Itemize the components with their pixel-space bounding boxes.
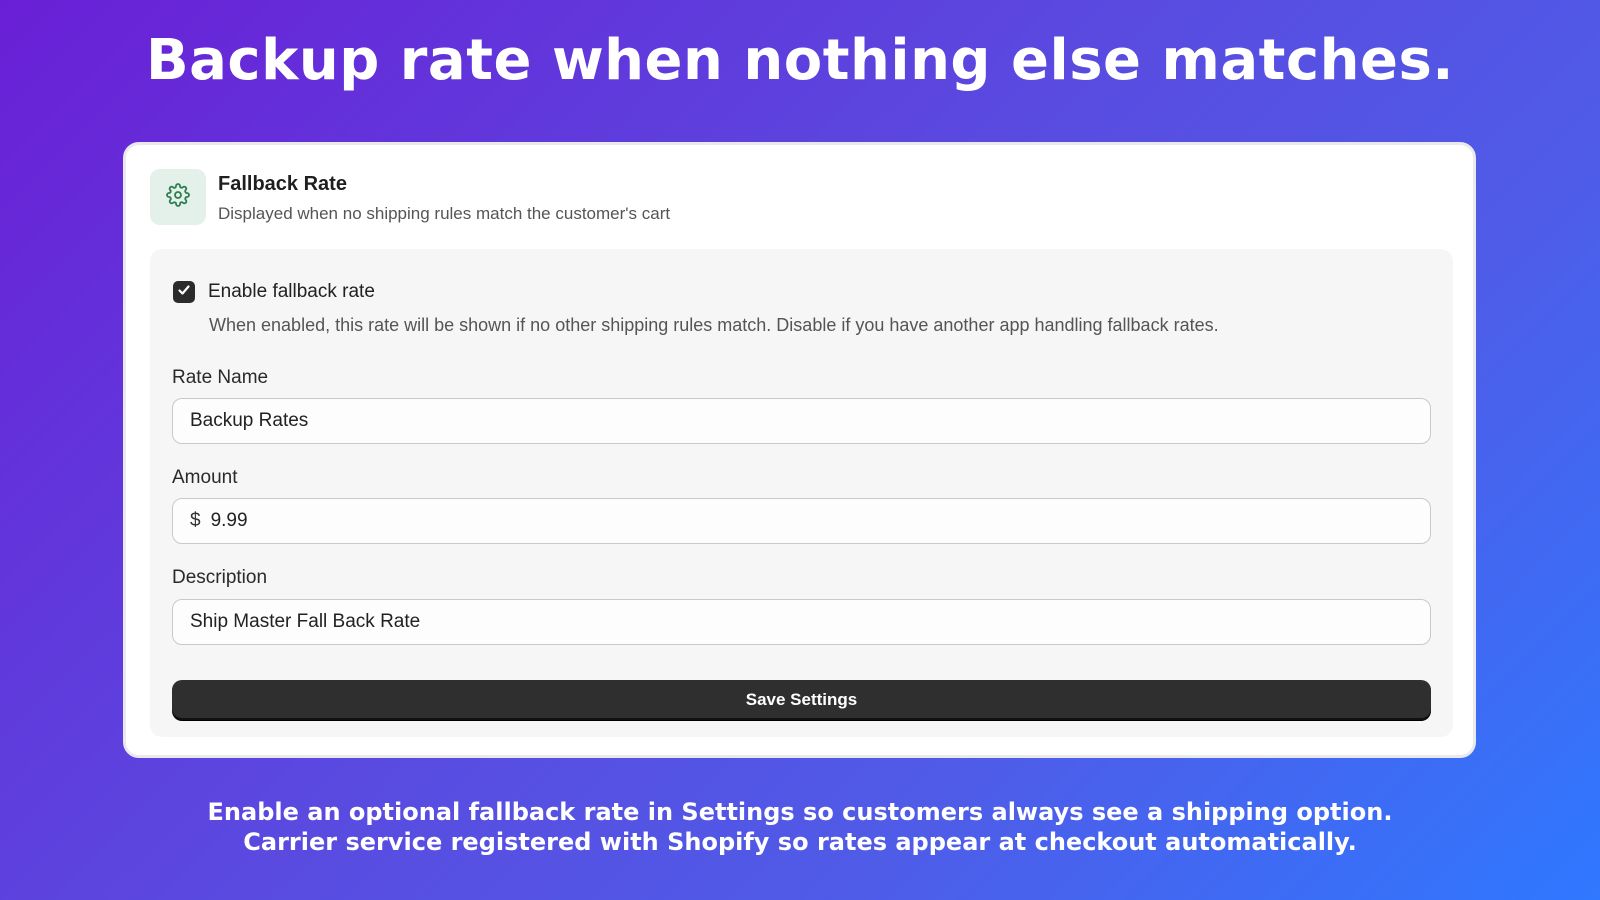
- rate-name-label: Rate Name: [172, 367, 269, 388]
- currency-prefix: $: [190, 510, 201, 531]
- rate-name-value: Backup Rates: [190, 410, 309, 431]
- enable-fallback-checkbox[interactable]: [173, 281, 195, 303]
- description-label: Description: [172, 567, 268, 588]
- header-text: Fallback Rate Displayed when no shipping…: [218, 173, 670, 224]
- footer-caption: Enable an optional fallback rate in Sett…: [0, 797, 1600, 857]
- card-header: Fallback Rate Displayed when no shipping…: [150, 169, 670, 225]
- card-title: Fallback Rate: [218, 172, 347, 195]
- footer-line-2: Carrier service registered with Shopify …: [243, 828, 1357, 856]
- settings-panel: Enable fallback rate When enabled, this …: [150, 249, 1453, 737]
- description-value: Ship Master Fall Back Rate: [190, 611, 421, 632]
- description-input[interactable]: Ship Master Fall Back Rate: [172, 599, 1431, 645]
- amount-label: Amount: [172, 467, 238, 488]
- card-subtitle: Displayed when no shipping rules match t…: [218, 203, 671, 223]
- checkmark-icon: [177, 283, 191, 302]
- save-settings-button[interactable]: Save Settings: [172, 680, 1431, 720]
- enable-fallback-help: When enabled, this rate will be shown if…: [209, 315, 1219, 335]
- amount-value: 9.99: [210, 510, 248, 531]
- rate-name-input[interactable]: Backup Rates: [172, 398, 1431, 444]
- enable-fallback-label[interactable]: Enable fallback rate: [208, 281, 375, 303]
- gear-icon: [166, 182, 190, 212]
- icon-tile: [150, 169, 206, 225]
- enable-fallback-row[interactable]: Enable fallback rate: [173, 281, 375, 303]
- amount-input[interactable]: $ 9.99: [172, 498, 1431, 544]
- page-headline: Backup rate when nothing else matches.: [145, 28, 1455, 93]
- footer-line-1: Enable an optional fallback rate in Sett…: [207, 798, 1393, 826]
- fallback-rate-card: Fallback Rate Displayed when no shipping…: [123, 142, 1476, 758]
